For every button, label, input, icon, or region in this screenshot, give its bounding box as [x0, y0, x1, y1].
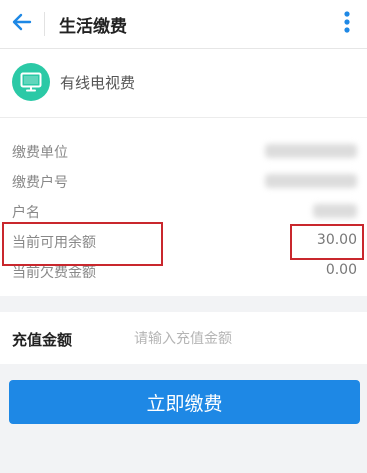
- arrears-value: 0.00: [325, 262, 357, 278]
- info-row-account: 缴费户号: [12, 170, 357, 192]
- service-name: 有线电视费: [60, 74, 136, 92]
- recharge-row: 充值金额: [0, 312, 367, 364]
- service-header: 有线电视费: [0, 49, 367, 117]
- arrow-left-icon: [12, 13, 32, 35]
- bill-info-panel: 缴费单位 缴费户号 户名 当前可用余额 30.00 当前欠费金额 0.00: [0, 118, 367, 296]
- redacted-value: [313, 204, 357, 218]
- redacted-value: [265, 174, 357, 188]
- header-divider: [44, 12, 45, 36]
- more-vertical-icon: [344, 11, 350, 37]
- highlight-box-balance-value: [290, 224, 364, 260]
- redacted-value: [265, 144, 357, 158]
- page-title: 生活缴费: [59, 16, 127, 37]
- info-row-unit: 缴费单位: [12, 140, 357, 162]
- section-gap: [0, 296, 367, 310]
- info-label: 缴费单位: [12, 145, 68, 161]
- info-label: 缴费户号: [12, 175, 68, 191]
- tv-icon: [12, 63, 50, 101]
- more-menu-button[interactable]: [341, 11, 353, 37]
- pay-now-button[interactable]: 立即缴费: [9, 380, 360, 424]
- highlight-box-balance-label: [2, 222, 163, 266]
- info-label: 户名: [12, 205, 40, 221]
- info-row-name: 户名: [12, 200, 357, 222]
- back-button[interactable]: [0, 0, 44, 48]
- recharge-label: 充值金额: [12, 331, 73, 349]
- top-bar: 生活缴费: [0, 0, 367, 49]
- recharge-amount-input[interactable]: [132, 324, 356, 354]
